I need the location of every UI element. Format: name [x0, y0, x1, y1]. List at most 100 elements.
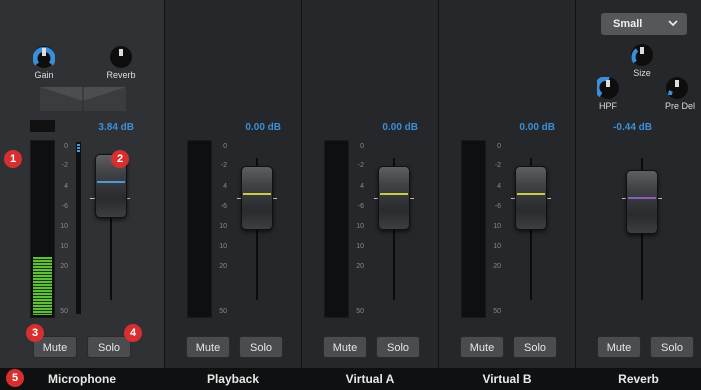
- meter-level-fill: [33, 256, 52, 315]
- scale-tick: -2: [61, 162, 68, 169]
- mute-button[interactable]: Mute: [460, 336, 504, 358]
- scale-tick: 10: [60, 223, 68, 230]
- mute-button[interactable]: Mute: [597, 336, 641, 358]
- mute-button[interactable]: Mute: [323, 336, 367, 358]
- channel-db-readout: 0.00 dB: [245, 122, 281, 133]
- scale-tick: 0: [223, 143, 227, 150]
- solo-button[interactable]: Solo: [650, 336, 694, 358]
- solo-button[interactable]: Solo: [376, 336, 420, 358]
- channel-db-readout: -0.44 dB: [613, 122, 652, 133]
- fader-handle[interactable]: [626, 170, 658, 234]
- solo-button[interactable]: Solo: [513, 336, 557, 358]
- scale-tick: 10: [356, 223, 364, 230]
- gain-knob[interactable]: [32, 46, 56, 68]
- channel-virtual-b: 0.00 dB 0 -2 4 -6 10 10 20 50 Mute Solo …: [439, 0, 576, 390]
- hpf-label: HPF: [599, 101, 617, 111]
- fader-handle-notch: [628, 197, 656, 199]
- scale-tick: -6: [357, 203, 364, 210]
- gain-knob-arc-icon: [32, 46, 56, 66]
- meter-clip-indicator: [30, 120, 55, 132]
- fader-handle-notch: [380, 193, 408, 195]
- level-meter: [30, 140, 55, 318]
- scale-tick: -6: [61, 203, 68, 210]
- size-knob[interactable]: [631, 44, 653, 66]
- channel-db-readout: 0.00 dB: [519, 122, 555, 133]
- callout-badge-1: 1: [4, 150, 22, 168]
- scale-tick: 50: [356, 308, 364, 315]
- mixer-window: Gain Reverb 3.84 dB 0 -2 4 -6 10 10 20 5…: [0, 0, 701, 390]
- channel-name: Playback: [165, 368, 301, 390]
- size-knob-arc-icon: [631, 47, 644, 64]
- level-meter: [187, 140, 212, 318]
- reverb-send-label: Reverb: [106, 70, 136, 80]
- meter-scale: 0 -2 4 -6 10 10 20 50: [56, 140, 68, 318]
- scale-tick: 50: [219, 308, 227, 315]
- scale-tick: 4: [64, 183, 68, 190]
- scale-tick: 50: [493, 308, 501, 315]
- chevron-down-icon: [667, 13, 679, 44]
- channel-virtual-a: 0.00 dB 0 -2 4 -6 10 10 20 50 Mute Solo …: [302, 0, 439, 390]
- callout-badge-3: 3: [26, 324, 44, 342]
- hpf-knob-arc-icon: [594, 75, 610, 98]
- meter-scale: 0 -2 4 -6 10 10 20 50: [350, 140, 364, 318]
- meter-scale: 0 -2 4 -6 10 10 20 50: [487, 140, 501, 318]
- hpf-knob[interactable]: [594, 75, 619, 99]
- scale-tick: 10: [219, 223, 227, 230]
- callout-badge-4: 4: [124, 324, 142, 342]
- mute-button[interactable]: Mute: [186, 336, 230, 358]
- scale-tick: 0: [360, 143, 364, 150]
- scale-tick: -2: [357, 162, 364, 169]
- pan-control[interactable]: [40, 87, 126, 111]
- channel-name: Virtual A: [302, 368, 438, 390]
- channel-name: Reverb: [576, 368, 701, 390]
- scale-tick: 10: [493, 223, 501, 230]
- scale-tick: 20: [493, 263, 501, 270]
- scale-tick: 20: [219, 263, 227, 270]
- fader-handle[interactable]: [515, 166, 547, 230]
- channel-playback: 0.00 dB 0 -2 4 -6 10 10 20 50 Mute Solo …: [165, 0, 302, 390]
- scale-tick: 10: [356, 243, 364, 250]
- level-meter: [461, 140, 486, 318]
- scale-tick: -2: [494, 162, 501, 169]
- scale-tick: 10: [60, 243, 68, 250]
- meter-scale: 0 -2 4 -6 10 10 20 50: [213, 140, 227, 318]
- fader-handle[interactable]: [241, 166, 273, 230]
- peak-indicator: [77, 144, 80, 152]
- channel-db-readout: 3.84 dB: [98, 122, 134, 133]
- callout-badge-5: 5: [6, 369, 24, 387]
- reverb-size-select[interactable]: Small: [601, 13, 687, 35]
- channel-name: Virtual B: [439, 368, 575, 390]
- fader-handle-notch: [517, 193, 545, 195]
- level-meter: [324, 140, 349, 318]
- size-label: Size: [633, 68, 651, 78]
- scale-tick: 10: [219, 243, 227, 250]
- scale-tick: 20: [356, 263, 364, 270]
- scale-tick: -6: [220, 203, 227, 210]
- fader-handle-notch: [243, 193, 271, 195]
- fader-handle-notch: [97, 181, 125, 183]
- scale-tick: 4: [497, 183, 501, 190]
- channel-name: Microphone: [0, 368, 164, 390]
- scale-tick: 4: [223, 183, 227, 190]
- pre-delay-knob-arc-icon: [668, 80, 679, 96]
- scale-tick: -2: [220, 162, 227, 169]
- scale-tick: 50: [60, 308, 68, 315]
- scale-tick: 4: [360, 183, 364, 190]
- peak-meter-strip: [76, 142, 81, 314]
- scale-tick: 0: [497, 143, 501, 150]
- solo-button[interactable]: Solo: [87, 336, 131, 358]
- channel-db-readout: 0.00 dB: [382, 122, 418, 133]
- fader-handle[interactable]: [378, 166, 410, 230]
- pan-shape-icon: [40, 87, 126, 111]
- reverb-size-value: Small: [613, 18, 643, 30]
- reverb-send-knob[interactable]: [110, 46, 132, 68]
- scale-tick: 0: [64, 143, 68, 150]
- scale-tick: 20: [60, 263, 68, 270]
- callout-badge-2: 2: [111, 150, 129, 168]
- pre-delay-label: Pre Del: [664, 101, 695, 111]
- solo-button[interactable]: Solo: [239, 336, 283, 358]
- gain-label: Gain: [34, 70, 54, 80]
- scale-tick: 10: [493, 243, 501, 250]
- pre-delay-knob[interactable]: [666, 77, 688, 99]
- scale-tick: -6: [494, 203, 501, 210]
